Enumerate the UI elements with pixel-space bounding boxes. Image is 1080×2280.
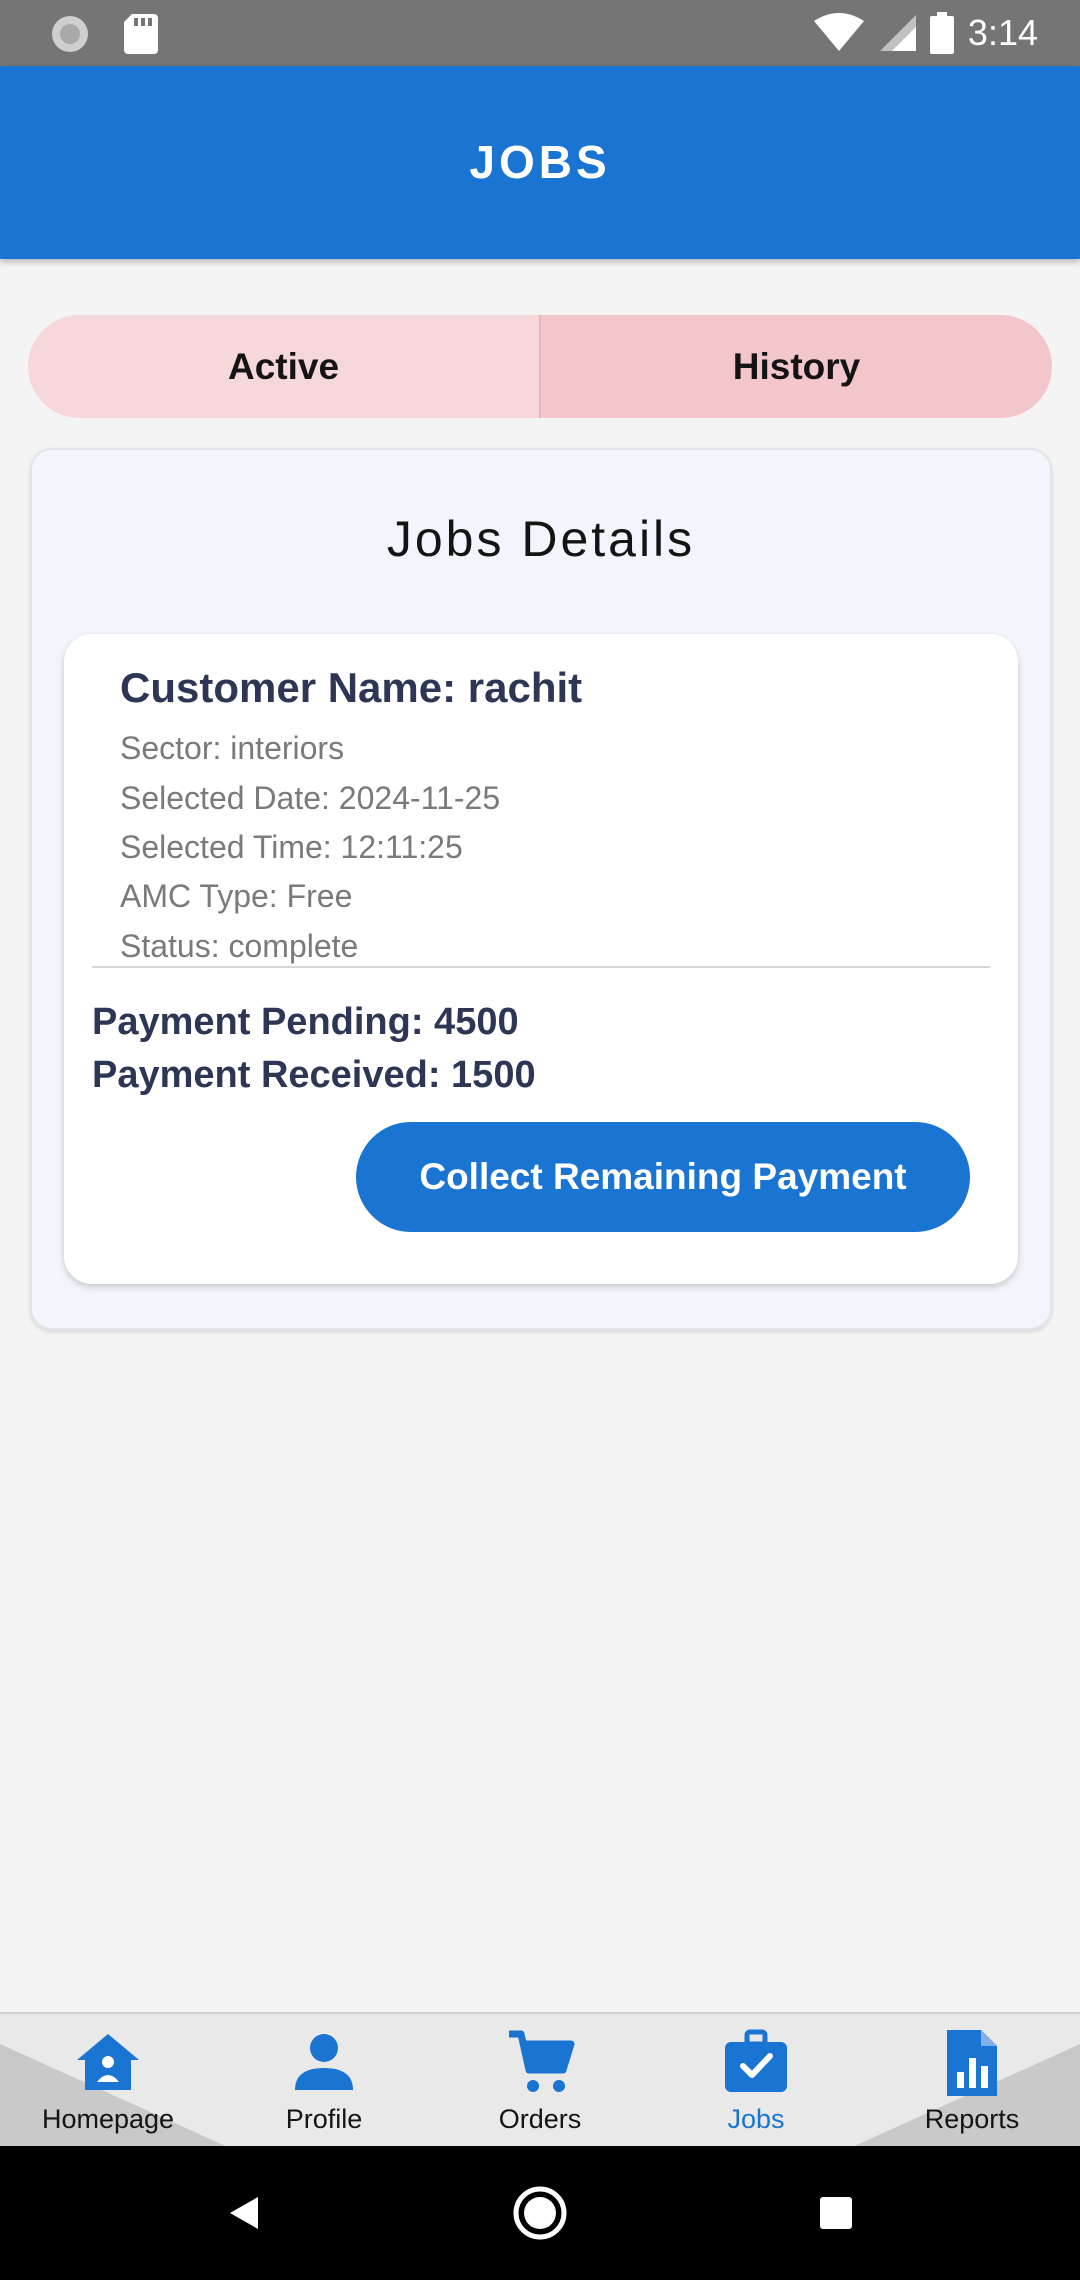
job-card: Customer Name: rachit Sector: interiors …	[64, 634, 1018, 1284]
system-nav-bar	[0, 2146, 1080, 2280]
section-heading: Jobs Details	[386, 511, 696, 567]
nav-item-profile[interactable]: Profile	[216, 2028, 432, 2146]
back-button[interactable]	[214, 2183, 274, 2243]
tab-active[interactable]: Active	[28, 315, 539, 418]
person-icon	[295, 2034, 353, 2090]
cart-icon	[509, 2030, 575, 2092]
nav-item-jobs[interactable]: Jobs	[648, 2028, 864, 2146]
home-icon	[77, 2034, 139, 2090]
page-title: JOBS	[469, 136, 611, 188]
amc-type-text: AMC Type: Free	[120, 878, 353, 914]
nav-item-reports[interactable]: Reports	[864, 2028, 1080, 2146]
nav-item-homepage[interactable]: Homepage	[0, 2028, 216, 2146]
selected-time-text: Selected Time: 12:11:25	[120, 829, 463, 865]
clock: 3:14	[967, 12, 1038, 53]
home-circle-icon	[513, 2186, 567, 2240]
payment-pending: Payment Pending: 4500	[92, 1001, 519, 1043]
briefcase-check-icon	[725, 2029, 787, 2092]
payment-received: Payment Received: 1500	[92, 1054, 536, 1096]
tab-history[interactable]: History	[539, 315, 1052, 418]
nav-item-orders[interactable]: Orders	[432, 2028, 648, 2146]
cell-signal-icon	[879, 15, 916, 51]
sync-icon	[52, 16, 88, 52]
nav-label-homepage: Homepage	[41, 2104, 175, 2134]
wifi-icon	[813, 13, 864, 51]
status-text: Status: complete	[120, 928, 359, 964]
home-button[interactable]	[510, 2183, 570, 2243]
app-bar: JOBS	[0, 66, 1080, 259]
collect-remaining-payment-button[interactable]: Collect Remaining Payment	[356, 1122, 970, 1232]
sd-card-icon	[124, 14, 158, 54]
status-bar: 3:14	[0, 0, 1080, 66]
back-triangle-icon	[230, 2197, 258, 2229]
report-chart-icon	[947, 2030, 997, 2096]
jobs-details-card: Jobs Details Customer Name: rachit Secto…	[30, 448, 1052, 1330]
selected-date-text: Selected Date: 2024-11-25	[120, 780, 501, 816]
customer-name: Customer Name: rachit	[120, 664, 583, 711]
bottom-nav: Homepage Profile Orders Jobs Reports	[0, 2012, 1080, 2146]
nav-label-profile: Profile	[285, 2104, 363, 2134]
battery-icon	[929, 12, 954, 54]
recents-square-icon	[820, 2197, 852, 2229]
divider	[92, 966, 990, 968]
nav-label-orders: Orders	[498, 2104, 582, 2134]
recents-button[interactable]	[806, 2183, 866, 2243]
nav-label-jobs: Jobs	[727, 2104, 785, 2134]
tab-bar: Active History	[28, 315, 1052, 418]
nav-label-reports: Reports	[924, 2104, 1020, 2134]
sector-text: Sector: interiors	[120, 730, 345, 766]
